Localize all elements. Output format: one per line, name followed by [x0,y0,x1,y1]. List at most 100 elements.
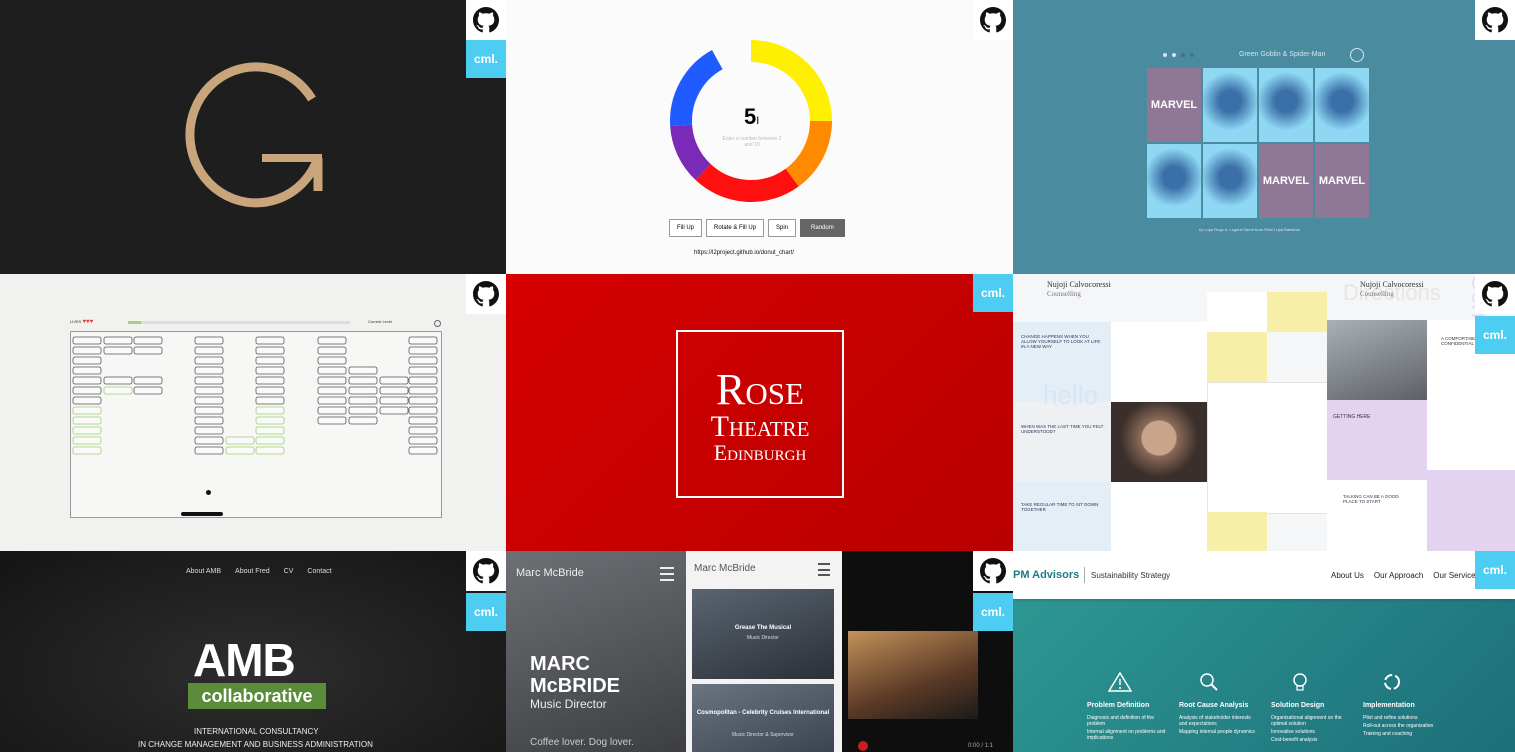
donut-hint: Enter a number between 2 and 10 [722,136,782,148]
brick [103,386,133,395]
tile-counselling-collage[interactable]: Welcome hello Directions Contact Nujoji … [1013,274,1515,551]
brand-sub-1: Counselling [1047,290,1081,298]
brick [408,416,438,425]
tile-donut-chart[interactable]: 5I Enter a number between 2 and 10 Fill … [506,0,1013,274]
card-back[interactable]: MARVEL [1315,144,1369,218]
amb-tagline-2: IN CHANGE MANAGEMENT AND BUSINESS ADMINI… [138,740,373,749]
brick [194,446,224,455]
cycle-icon [1384,674,1400,690]
tile-rose-theatre[interactable]: Rose Theatre Edinburgh cml. [506,274,1013,551]
github-icon[interactable] [973,0,1013,40]
card-hero[interactable] [1315,68,1369,142]
cml-badge[interactable]: cml. [1475,551,1515,589]
brick [348,376,378,385]
brick [348,416,378,425]
cml-badge[interactable]: cml. [466,593,506,631]
pm-col-problem: Problem Definition Diagnosis and definit… [1087,671,1167,741]
brick [255,396,285,405]
fill-up-button[interactable]: Fill Up [669,219,703,237]
nav-cv[interactable]: CV [284,568,294,575]
warning-icon [1107,671,1133,692]
cml-badge[interactable]: cml. [1475,316,1515,354]
github-icon[interactable] [973,551,1013,591]
menu-icon[interactable] [818,563,830,576]
nav-about-fred[interactable]: About Fred [235,568,270,575]
brick [72,406,102,415]
brick [103,376,133,385]
brick [379,386,409,395]
settings-icon[interactable] [434,320,441,327]
card-hero[interactable] [1259,68,1313,142]
card-hero[interactable] [1147,144,1201,218]
brick [379,406,409,415]
brick [133,346,163,355]
brick [317,406,347,415]
brick [255,366,285,375]
tile-pm-advisors[interactable]: PM Advisors Sustainability Strategy Abou… [1013,551,1515,752]
brick [379,396,409,405]
cml-badge[interactable]: cml. [973,274,1013,312]
headline-3: TAKE REGULAR TIME TO SIT DOWN TOGETHER [1021,502,1099,512]
pm-brand[interactable]: PM Advisors [1013,569,1079,581]
brick [317,416,347,425]
brick [72,336,102,345]
brick [255,406,285,415]
random-button[interactable]: Random [800,219,845,237]
nav-about-amb[interactable]: About AMB [186,568,221,575]
card-hero[interactable] [1203,68,1257,142]
donut-segment [670,50,723,127]
donut-url[interactable]: https://l2project.github.io/donut_chart/ [694,250,794,256]
tile-g-logo[interactable]: cml. [0,0,506,274]
card-back[interactable]: MARVEL [1147,68,1201,142]
brick [72,366,102,375]
brick [348,396,378,405]
pm-tagline: Sustainability Strategy [1091,571,1171,580]
card-hero[interactable] [1203,144,1257,218]
restart-icon[interactable] [1350,48,1364,62]
brick [133,376,163,385]
rose-line3: Edinburgh [713,440,807,465]
cml-badge[interactable]: cml. [466,40,506,78]
brick [194,386,224,395]
play-button[interactable] [858,741,868,751]
project-card-1[interactable]: Grease The Musical Music Director [692,589,834,679]
tile-marc-mcbride[interactable]: Marc McBride MARC McBRIDE Music Director… [506,551,1013,752]
pm-nav: About Us Our Approach Our Services [1331,571,1480,580]
github-icon[interactable] [466,0,506,40]
project-card-2[interactable]: Cosmopolitan - Celebrity Cruises Interna… [692,684,834,752]
hero-panel: Marc McBride MARC McBRIDE Music Director… [506,551,686,752]
nav-our-approach[interactable]: Our Approach [1374,571,1423,580]
game-board [70,331,442,518]
github-icon[interactable] [1475,274,1515,314]
tile-marvel-game[interactable]: Green Goblin & Spider-Man MARVEL MARVEL MA… [1013,0,1515,274]
brick [408,426,438,435]
match-title: Green Goblin & Spider-Man [1239,51,1326,58]
amb-nav: About AMB About Fred CV Contact [186,568,332,575]
brick [408,396,438,405]
nav-our-services[interactable]: Our Services [1433,571,1479,580]
headline-2: WHEN WAS THE LAST TIME YOU FELT UNDERSTO… [1021,424,1104,434]
level-label: Current Level [368,319,393,324]
github-icon[interactable] [1475,0,1515,40]
donut-value: 5I [744,104,760,129]
rotate-fill-up-button[interactable]: Rotate & Fill Up [706,219,765,237]
brick [317,336,347,345]
cml-badge[interactable]: cml. [973,593,1013,631]
github-icon[interactable] [466,551,506,591]
nav-about-us[interactable]: About Us [1331,571,1364,580]
brick [317,366,347,375]
brick [72,376,102,385]
brick [225,446,255,455]
card-back[interactable]: MARVEL [1259,144,1313,218]
spin-button[interactable]: Spin [768,219,797,237]
paddle[interactable] [181,512,223,516]
github-icon[interactable] [466,274,506,314]
amb-logo: AMB [193,634,296,686]
brick [133,336,163,345]
menu-icon[interactable] [660,567,674,581]
tile-breakout-game[interactable]: LIVES ♥♥♥ Current Level [0,274,506,551]
tile-amb-collaborative[interactable]: About AMB About Fred CV Contact AMB coll… [0,551,506,752]
header-divider [1084,567,1085,583]
nav-contact[interactable]: Contact [307,568,331,575]
progress-dots [1163,53,1194,57]
